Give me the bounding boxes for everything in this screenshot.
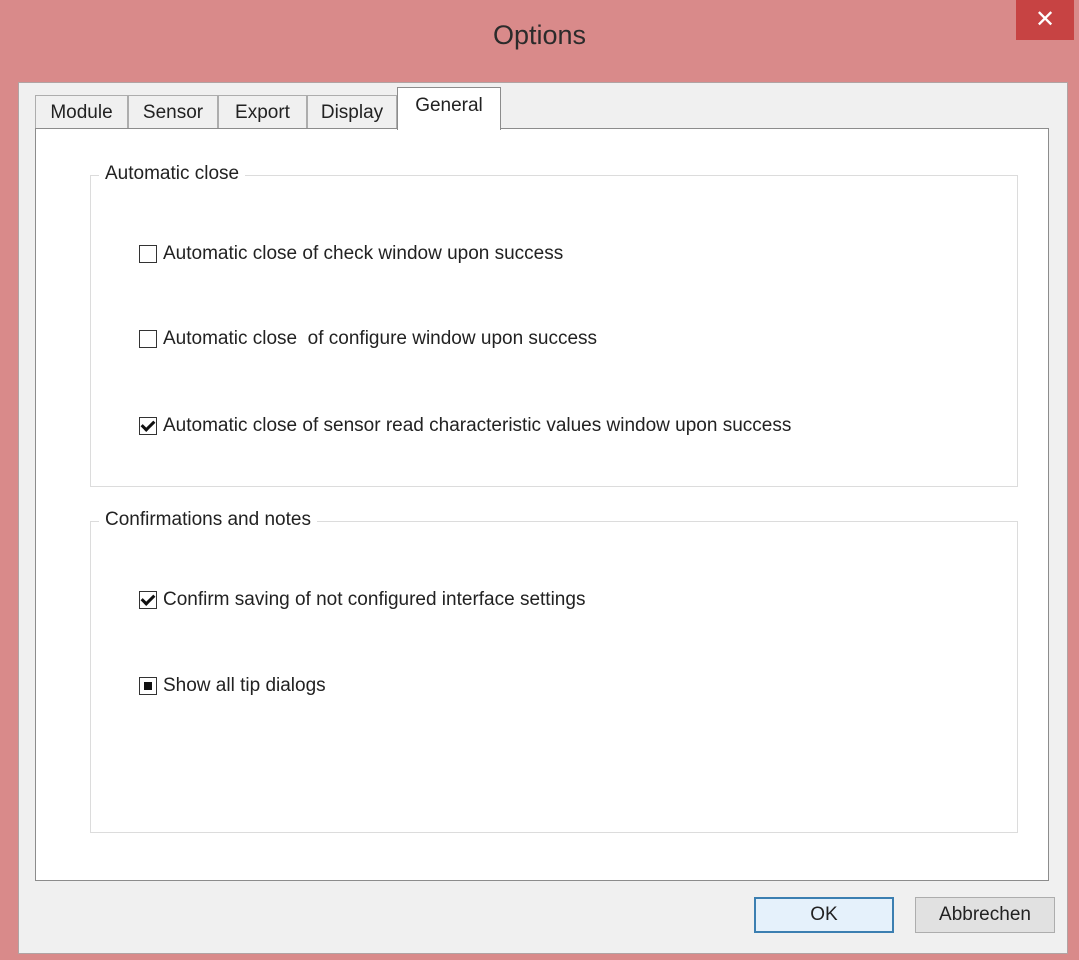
option-show-tip-dialogs[interactable]: Show all tip dialogs — [139, 673, 326, 699]
group-label: Automatic close — [99, 163, 246, 185]
general-tab-panel: Automatic close Automatic close of check… — [35, 128, 1049, 881]
option-label: Show all tip dialogs — [163, 675, 326, 696]
tab-sensor[interactable]: Sensor — [128, 95, 218, 129]
checkbox[interactable] — [139, 677, 157, 695]
options-dialog: Options ✕ Module Sensor Export Display G… — [0, 0, 1079, 960]
cancel-button[interactable]: Abbrechen — [915, 897, 1055, 933]
close-icon: ✕ — [1034, 5, 1056, 33]
option-close-check-window[interactable]: Automatic close of check window upon suc… — [139, 241, 563, 267]
automatic-close-group: Automatic close Automatic close of check… — [90, 163, 1018, 487]
tab-export[interactable]: Export — [218, 95, 307, 129]
checkbox[interactable] — [139, 417, 157, 435]
checkbox[interactable] — [139, 330, 157, 348]
group-label: Confirmations and notes — [99, 509, 317, 531]
option-label: Confirm saving of not configured interfa… — [163, 589, 586, 610]
option-confirm-saving[interactable]: Confirm saving of not configured interfa… — [139, 587, 585, 613]
close-button[interactable]: ✕ — [1016, 0, 1074, 40]
confirmations-group: Confirmations and notes Confirm saving o… — [90, 509, 1018, 833]
tab-general[interactable]: General — [397, 87, 501, 130]
ok-button[interactable]: OK — [754, 897, 894, 933]
option-label: Automatic close of check window upon suc… — [163, 243, 564, 264]
tab-module[interactable]: Module — [35, 95, 128, 129]
option-label: Automatic close of configure window upon… — [163, 328, 598, 349]
window-title: Options — [492, 20, 587, 50]
option-close-configure-window[interactable]: Automatic close of configure window upon… — [139, 326, 597, 352]
option-label: Automatic close of sensor read character… — [163, 415, 792, 436]
checkbox[interactable] — [139, 591, 157, 609]
option-close-sensor-read-window[interactable]: Automatic close of sensor read character… — [139, 413, 791, 439]
title-bar[interactable]: Options ✕ — [0, 0, 1079, 82]
tab-display[interactable]: Display — [307, 95, 397, 129]
checkbox[interactable] — [139, 245, 157, 263]
dialog-client-area: Module Sensor Export Display General Aut… — [18, 82, 1068, 954]
